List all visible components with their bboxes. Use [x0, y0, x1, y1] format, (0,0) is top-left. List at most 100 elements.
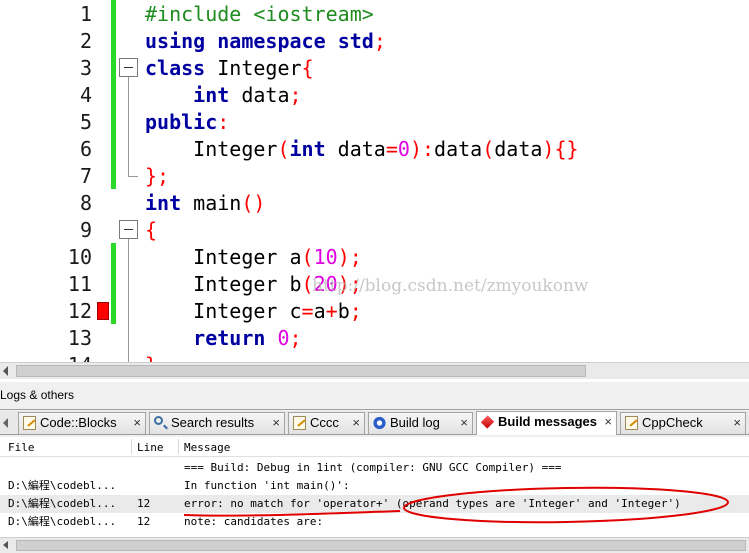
column-header-message[interactable]: Message	[184, 441, 230, 454]
column-divider[interactable]	[178, 439, 179, 454]
column-header-file[interactable]: File	[8, 441, 35, 454]
build-messages-list[interactable]: File Line Message === Build: Debug in 1i…	[0, 437, 749, 537]
code-line[interactable]: int data;	[145, 82, 301, 109]
divider	[0, 409, 749, 410]
line-number[interactable]: 14	[0, 352, 92, 362]
logs-tabstrip: Code::Blocks × Search results × Cccc × Build l…	[0, 411, 749, 435]
tab-cccc[interactable]: Cccc ×	[288, 412, 365, 434]
error-marker-icon[interactable]	[97, 302, 109, 320]
code-token: );	[337, 245, 362, 269]
code-token: b	[337, 299, 350, 323]
code-token: data	[229, 83, 290, 107]
line-number[interactable]: 12	[0, 298, 92, 325]
code-token: public	[145, 110, 218, 134]
list-header: File Line Message	[0, 437, 749, 457]
code-token: (	[301, 245, 314, 269]
scrollbar-thumb[interactable]	[16, 540, 746, 551]
code-line[interactable]: };	[145, 163, 169, 190]
cell-message: note: candidates are:	[184, 515, 324, 528]
code-token: =	[385, 137, 398, 161]
tab-cppcheck[interactable]: CppCheck ×	[620, 412, 746, 434]
cell-message: === Build: Debug in 1int (compiler: GNU …	[184, 461, 562, 474]
table-row[interactable]: D:\編程\codebl... 12 note: candidates are:	[0, 513, 749, 531]
logs-panel: Logs & others Code::Blocks × Search result…	[0, 382, 749, 553]
line-number[interactable]: 11	[0, 271, 92, 298]
cell-message: error: no match for 'operator+' (operand…	[184, 497, 681, 510]
scrollbar-thumb[interactable]	[16, 365, 586, 377]
code-token: data	[434, 137, 483, 161]
code-token: }	[145, 353, 157, 362]
code-token: 0	[277, 326, 290, 350]
scroll-left-icon[interactable]	[3, 366, 8, 376]
code-editor[interactable]: 1234567891011121314 #include <iostream>u…	[0, 0, 749, 362]
tab-label: CppCheck	[642, 415, 703, 430]
scroll-left-icon[interactable]	[3, 541, 8, 549]
code-token: Integer a	[145, 245, 302, 269]
code-line[interactable]: #include <iostream>	[145, 1, 374, 28]
fold-line	[128, 77, 129, 176]
line-number[interactable]: 6	[0, 136, 92, 163]
line-number[interactable]: 2	[0, 28, 92, 55]
code-token: 10	[313, 245, 338, 269]
table-row[interactable]: === Build: Debug in 1int (compiler: GNU …	[0, 459, 749, 477]
code-token: {	[145, 218, 158, 242]
code-token: )	[542, 137, 555, 161]
column-header-line[interactable]: Line	[137, 441, 164, 454]
table-row[interactable]: D:\編程\codebl... In function 'int main()':	[0, 477, 749, 495]
search-icon	[154, 416, 163, 425]
code-token: a	[313, 299, 326, 323]
code-line[interactable]: return 0;	[145, 325, 301, 352]
fold-toggle-main[interactable]	[119, 220, 138, 239]
change-bar	[111, 243, 116, 324]
code-token: Integer b	[145, 272, 302, 296]
code-line[interactable]: using namespace std;	[145, 28, 386, 55]
code-line[interactable]: public:	[145, 109, 229, 136]
cell-file: D:\編程\codebl...	[8, 515, 117, 528]
line-number[interactable]: 5	[0, 109, 92, 136]
code-line[interactable]: }	[145, 352, 157, 362]
code-token: :	[421, 137, 435, 161]
editor-horizontal-scrollbar[interactable]	[0, 362, 749, 379]
tab-scroll-left-icon[interactable]	[3, 418, 8, 428]
code-token: std	[337, 29, 374, 53]
close-icon[interactable]: ×	[460, 413, 468, 433]
close-icon[interactable]: ×	[733, 413, 741, 433]
table-row[interactable]: D:\編程\codebl... 12 error: no match for 'op…	[0, 495, 749, 513]
code-token: int	[145, 191, 182, 215]
tab-build-messages[interactable]: Build messages ×	[476, 411, 617, 435]
code-line[interactable]: Integer c=a+b;	[145, 298, 362, 325]
line-number[interactable]: 10	[0, 244, 92, 271]
line-number[interactable]: 4	[0, 82, 92, 109]
tab-search-results[interactable]: Search results ×	[149, 412, 285, 434]
line-number[interactable]: 7	[0, 163, 92, 190]
code-line[interactable]: {	[145, 217, 157, 244]
cell-message: In function 'int main()':	[184, 479, 350, 492]
column-divider[interactable]	[131, 439, 132, 454]
line-number[interactable]: 9	[0, 217, 92, 244]
watermark: http://blog.csdn.net/zmyoukonw	[312, 276, 589, 296]
line-number[interactable]: 13	[0, 325, 92, 352]
code-line[interactable]: Integer a(10);	[145, 244, 362, 271]
tab-label: Build messages	[498, 414, 597, 429]
gear-icon	[373, 416, 386, 430]
code-line[interactable]: Integer(int data=0):data(data){}	[145, 136, 578, 163]
code-token: data	[325, 137, 386, 161]
close-icon[interactable]: ×	[352, 413, 360, 433]
tab-build-log[interactable]: Build log ×	[368, 412, 473, 434]
code-line[interactable]: int main()	[145, 190, 265, 217]
line-number[interactable]: 8	[0, 190, 92, 217]
fold-toggle-class[interactable]	[119, 58, 138, 77]
close-icon[interactable]: ×	[272, 413, 280, 433]
tab-code-blocks[interactable]: Code::Blocks ×	[18, 412, 146, 434]
close-icon[interactable]: ×	[133, 413, 141, 433]
close-icon[interactable]: ×	[604, 412, 612, 432]
line-number[interactable]: 3	[0, 55, 92, 82]
code-token: +	[325, 299, 338, 323]
tab-label: Build log	[390, 415, 440, 430]
line-number[interactable]: 1	[0, 1, 92, 28]
code-line[interactable]: class Integer{	[145, 55, 314, 82]
logs-horizontal-scrollbar[interactable]	[0, 537, 749, 553]
